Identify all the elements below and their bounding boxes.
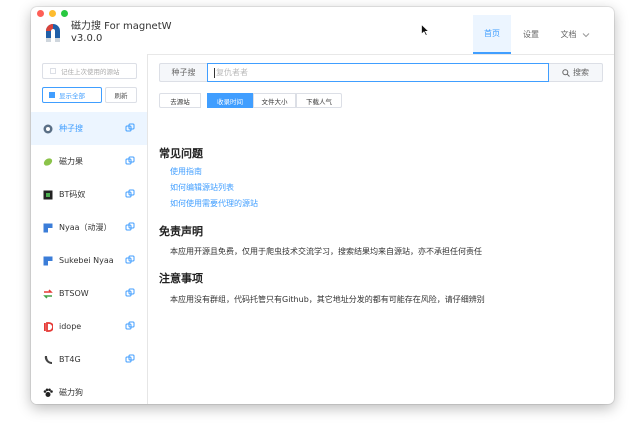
sidebar-item-label: Sukebei Nyaa: [59, 256, 114, 265]
close-window-button[interactable]: [37, 10, 44, 17]
sort-tab-popularity[interactable]: 下载人气: [296, 93, 342, 108]
notice-text: 本应用没有群组，代码托管只有Github，其它地址分发的都有可能存在风险，请仔细…: [170, 295, 485, 304]
chevron-down-icon: [582, 32, 589, 37]
faq-link-guide[interactable]: 使用指南: [170, 166, 202, 177]
nav-docs-label: 文档: [560, 30, 577, 39]
bt4g-icon: [43, 355, 53, 365]
search-button-label: 搜索: [573, 68, 589, 77]
fruit-icon: [43, 157, 53, 167]
magnet-dog-icon: [43, 388, 53, 398]
nyaa-icon: [43, 223, 53, 233]
source-sidebar: 记住上次使用的源站 显示全部 刷新 种子搜 磁力果 BT码奴 Nyaa（动漫） …: [31, 54, 148, 404]
refresh-button[interactable]: 刷新: [105, 87, 137, 103]
link-icon[interactable]: [125, 255, 135, 265]
link-icon[interactable]: [125, 156, 135, 166]
checkbox-box: [50, 68, 56, 74]
mouse-cursor-icon: [421, 24, 429, 36]
sukebei-icon: [43, 256, 53, 266]
sidebar-item-fruit[interactable]: 磁力果: [31, 145, 147, 178]
sidebar-item-magnet-dog[interactable]: 磁力狗: [31, 376, 147, 404]
remember-source-checkbox[interactable]: 记住上次使用的源站: [42, 63, 137, 79]
sidebar-item-sukebei[interactable]: Sukebei Nyaa: [31, 244, 147, 277]
notice-title: 注意事项: [159, 272, 203, 285]
faq-title: 常见问题: [159, 147, 203, 160]
sidebar-item-label: 磁力狗: [59, 388, 83, 397]
sort-tab-size[interactable]: 文件大小: [253, 93, 296, 108]
sort-tab-source[interactable]: 去源站: [159, 93, 201, 108]
search-icon: [562, 68, 570, 77]
nav-home-label: 首页: [484, 29, 500, 38]
app-title: 磁力搜 For magnetW: [71, 21, 172, 32]
show-all-button[interactable]: 显示全部: [42, 87, 102, 103]
app-version: v3.0.0: [71, 33, 103, 44]
link-icon[interactable]: [125, 222, 135, 232]
sort-tab-time[interactable]: 收录时间: [207, 93, 253, 108]
sidebar-item-bt-mano[interactable]: BT码奴: [31, 178, 147, 211]
faq-link-edit-sources[interactable]: 如何编辑源站列表: [170, 182, 234, 193]
sidebar-item-label: BTSOW: [59, 289, 89, 298]
btsow-icon: [43, 288, 53, 299]
nav-home-tab[interactable]: 首页: [473, 15, 511, 54]
sidebar-item-nyaa[interactable]: Nyaa（动漫）: [31, 211, 147, 244]
search-input[interactable]: 复仇者者: [207, 63, 549, 82]
link-icon[interactable]: [125, 288, 135, 298]
sidebar-item-label: Nyaa（动漫）: [59, 223, 112, 232]
header-bar: 磁力搜 For magnetW v3.0.0 首页 设置 文档: [31, 7, 614, 55]
search-button[interactable]: 搜索: [549, 63, 603, 82]
remember-source-label: 记住上次使用的源站: [61, 68, 120, 76]
seed-search-icon: [43, 124, 53, 134]
sidebar-item-label: 种子搜: [59, 124, 83, 133]
maximize-window-button[interactable]: [61, 10, 68, 17]
search-source-label: 种子搜: [159, 63, 207, 82]
disclaimer-title: 免责声明: [159, 225, 203, 238]
bt-mano-icon: [43, 190, 53, 200]
minimize-window-button[interactable]: [49, 10, 56, 17]
disclaimer-text: 本应用开源且免费，仅用于爬虫技术交流学习，搜索结果均来自源站，亦不承担任何责任: [170, 247, 482, 256]
sidebar-item-label: BT码奴: [59, 190, 86, 199]
refresh-label: 刷新: [114, 92, 128, 100]
app-window: 磁力搜 For magnetW v3.0.0 首页 设置 文档 记住上次使用的源…: [31, 7, 614, 404]
sidebar-item-seed-search[interactable]: 种子搜: [31, 112, 147, 145]
magnet-logo-icon: [46, 24, 60, 42]
sidebar-item-btsow[interactable]: BTSOW: [31, 277, 147, 310]
sidebar-item-label: 磁力果: [59, 157, 83, 166]
window-controls: [37, 10, 68, 17]
link-icon[interactable]: [125, 354, 135, 364]
sidebar-item-label: idope: [59, 322, 82, 331]
sidebar-item-idope[interactable]: idope: [31, 310, 147, 343]
checkbox-checked: [49, 92, 55, 98]
nav-settings-tab[interactable]: 设置: [514, 15, 548, 54]
sidebar-item-label: BT4G: [59, 355, 81, 364]
text-caret: [214, 67, 215, 78]
faq-link-proxy[interactable]: 如何使用需要代理的源站: [170, 198, 258, 209]
nav-settings-label: 设置: [523, 30, 539, 39]
idope-icon: [43, 321, 53, 332]
sidebar-item-bt4g[interactable]: BT4G: [31, 343, 147, 376]
link-icon[interactable]: [125, 123, 135, 133]
nav-docs-tab[interactable]: 文档: [555, 15, 595, 54]
link-icon[interactable]: [125, 189, 135, 199]
search-placeholder: 复仇者者: [216, 68, 248, 77]
link-icon[interactable]: [125, 321, 135, 331]
show-all-label: 显示全部: [59, 92, 85, 100]
